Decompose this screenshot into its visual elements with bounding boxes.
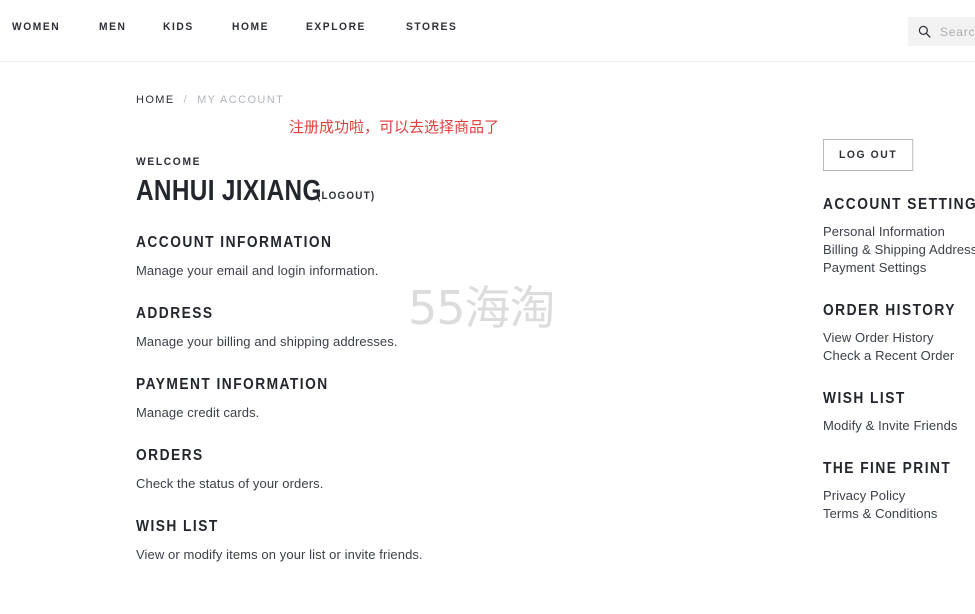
search-box[interactable]	[908, 17, 975, 46]
sidebar-link[interactable]: Modify & Invite Friends	[823, 417, 975, 435]
breadcrumb: HOME / MY ACCOUNT	[136, 93, 284, 107]
nav-item-explore[interactable]: EXPLORE	[306, 20, 366, 34]
nav-item-women[interactable]: WOMEN	[12, 20, 60, 34]
sidebar-link-list: Privacy Policy Terms & Conditions	[823, 487, 975, 523]
sidebar-block-title: ORDER HISTORY	[823, 302, 956, 319]
account-section: PAYMENT INFORMATION Manage credit cards.	[136, 375, 696, 422]
site-header: WOMEN MEN KIDS HOME EXPLORE STORES	[0, 0, 975, 62]
sidebar-block-title: WISH LIST	[823, 390, 906, 407]
account-section-title[interactable]: PAYMENT INFORMATION	[136, 375, 618, 395]
breadcrumb-current: MY ACCOUNT	[197, 94, 285, 106]
account-section-title[interactable]: ACCOUNT INFORMATION	[136, 233, 618, 253]
sidebar-link[interactable]: Payment Settings	[823, 259, 975, 277]
sidebar-block: WISH LIST Modify & Invite Friends	[823, 389, 975, 435]
page-root: WOMEN MEN KIDS HOME EXPLORE STORES HOME / MY …	[0, 0, 975, 614]
sidebar-blocks: ACCOUNT SETTINGS Personal Information Bill…	[823, 195, 975, 523]
account-main-column: WELCOME ANHUI JIXIANG (LOGOUT) ACCOUNT I…	[136, 155, 696, 564]
account-section-description: View or modify items on your list or inv…	[136, 547, 423, 562]
breadcrumb-home[interactable]: HOME	[136, 93, 175, 107]
main-navigation: WOMEN MEN KIDS HOME EXPLORE STORES	[12, 20, 461, 34]
sidebar-block: ORDER HISTORY View Order History Check a R…	[823, 301, 975, 365]
account-section-description: Manage your email and login information.	[136, 263, 379, 278]
search-icon	[918, 25, 931, 38]
account-section-description: Check the status of your orders.	[136, 476, 324, 491]
sidebar-link[interactable]: Personal Information	[823, 223, 975, 241]
sidebar-link-list: View Order History Check a Recent Order	[823, 329, 975, 365]
sidebar-link[interactable]: Privacy Policy	[823, 487, 975, 505]
welcome-name-row: ANHUI JIXIANG (LOGOUT)	[136, 175, 696, 207]
sidebar-link[interactable]: View Order History	[823, 329, 975, 347]
welcome-label: WELCOME	[136, 156, 202, 168]
search-input[interactable]	[940, 24, 975, 39]
sidebar-link-list: Personal Information Billing & Shipping A…	[823, 223, 975, 277]
account-section-description: Manage credit cards.	[136, 405, 260, 420]
account-section-title[interactable]: ADDRESS	[136, 304, 618, 324]
nav-item-home[interactable]: HOME	[232, 20, 269, 34]
account-user-name: ANHUI JIXIANG	[136, 175, 322, 207]
nav-item-men[interactable]: MEN	[99, 20, 126, 34]
registration-success-notice: 注册成功啦，可以去选择商品了	[289, 118, 500, 136]
log-out-button[interactable]: LOG OUT	[823, 139, 914, 171]
account-section: ORDERS Check the status of your orders.	[136, 446, 696, 493]
inline-logout-link[interactable]: (LOGOUT)	[317, 188, 375, 204]
sidebar-link[interactable]: Billing & Shipping Addresses	[823, 241, 975, 259]
account-section: ADDRESS Manage your billing and shipping …	[136, 304, 696, 351]
sidebar-block-title: THE FINE PRINT	[823, 460, 952, 477]
account-section: ACCOUNT INFORMATION Manage your email and…	[136, 233, 696, 280]
nav-item-kids[interactable]: KIDS	[163, 20, 194, 34]
account-sidebar: LOG OUT ACCOUNT SETTINGS Personal Informa…	[823, 139, 975, 523]
sidebar-block: ACCOUNT SETTINGS Personal Information Bill…	[823, 195, 975, 277]
account-section-title[interactable]: WISH LIST	[136, 517, 618, 537]
account-sections-list: ACCOUNT INFORMATION Manage your email and…	[136, 233, 696, 564]
account-section-title[interactable]: ORDERS	[136, 446, 618, 466]
sidebar-link[interactable]: Check a Recent Order	[823, 347, 975, 365]
sidebar-block-title: ACCOUNT SETTINGS	[823, 196, 975, 213]
sidebar-link-list: Modify & Invite Friends	[823, 417, 975, 435]
sidebar-block: THE FINE PRINT Privacy Policy Terms & Cond…	[823, 459, 975, 523]
account-section: WISH LIST View or modify items on your li…	[136, 517, 696, 564]
nav-item-stores[interactable]: STORES	[406, 20, 457, 34]
breadcrumb-separator: /	[183, 94, 189, 106]
sidebar-link[interactable]: Terms & Conditions	[823, 505, 975, 523]
account-section-description: Manage your billing and shipping address…	[136, 334, 398, 349]
